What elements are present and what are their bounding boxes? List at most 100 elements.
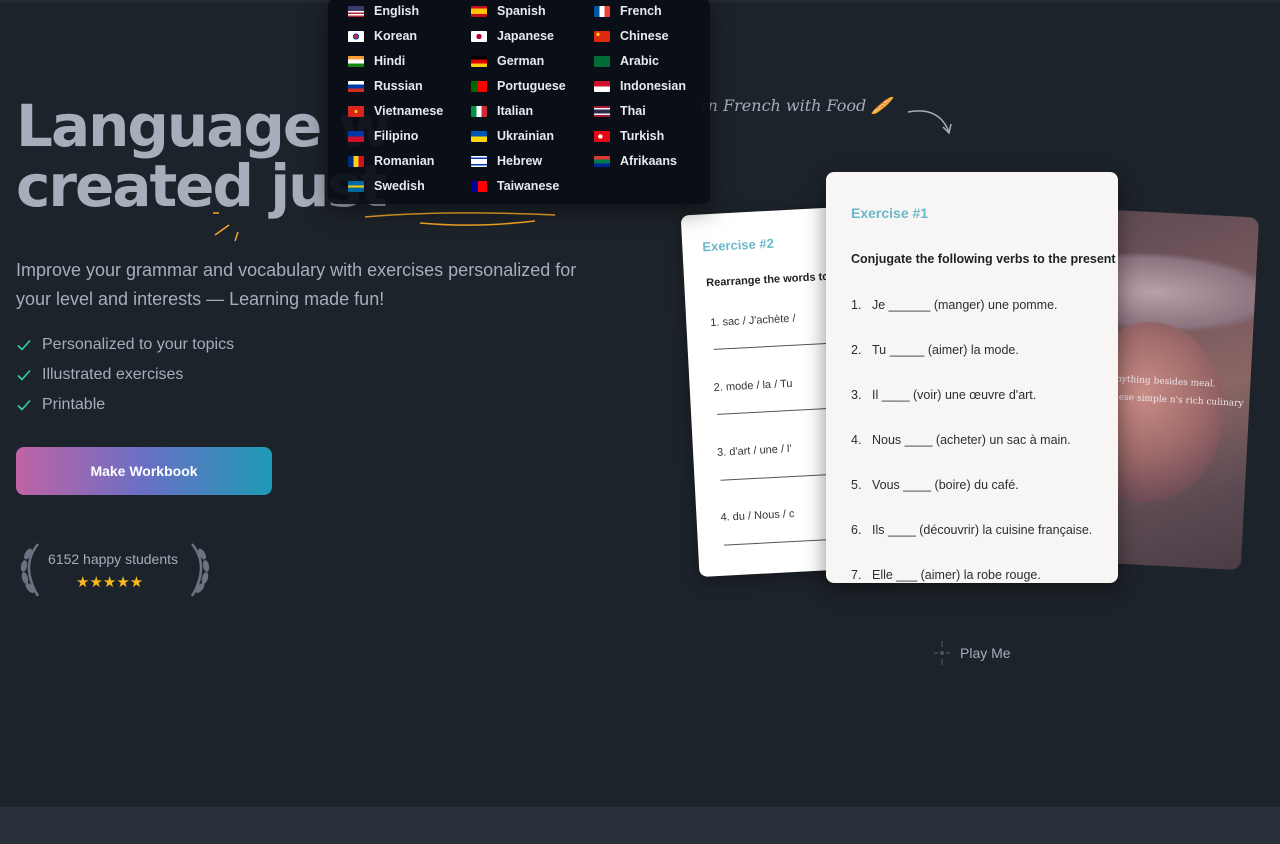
in-flag-icon: [348, 55, 364, 67]
ro-flag-icon: [348, 155, 364, 167]
laurel-right-icon: [190, 543, 210, 597]
exercise-question: 1. Je ______ (manger) une pomme.: [851, 298, 1058, 312]
language-option-swedish[interactable]: Swedish: [348, 175, 425, 197]
language-option-label: Korean: [374, 29, 418, 43]
exercise-2-row: 3. d'art / une / l': [716, 443, 792, 459]
language-option-label: Hindi: [374, 54, 406, 68]
language-option-english[interactable]: English: [348, 0, 419, 22]
th-flag-icon: [594, 105, 610, 117]
exercise-card-1: Exercise #1 Conjugate the following verb…: [826, 172, 1118, 583]
rating-stars-icon: ★★★★★: [76, 573, 144, 591]
language-dropdown: English Spanish French Korean Japanese Chines…: [328, 0, 710, 204]
language-option-spanish[interactable]: Spanish: [471, 0, 546, 22]
question-number: 1.: [851, 298, 862, 312]
language-option-label: French: [620, 4, 662, 18]
footer-band: [0, 807, 1280, 844]
question-number: 4.: [851, 433, 862, 447]
it-flag-icon: [471, 105, 487, 117]
za-flag-icon: [594, 155, 610, 167]
check-icon: [17, 369, 31, 381]
exercise-question: 5. Vous ____ (boire) du café.: [851, 478, 1019, 492]
jp-flag-icon: [471, 30, 487, 42]
question-text: Je ______ (manger) une pomme.: [872, 298, 1058, 312]
students-count: 6152 happy students: [48, 551, 178, 567]
check-icon: [17, 339, 31, 351]
tw-flag-icon: [471, 180, 487, 192]
language-option-label: Swedish: [374, 179, 425, 193]
feature-label: Illustrated exercises: [42, 366, 184, 383]
feature-label: Printable: [42, 396, 106, 413]
underline-scribble-icon: [213, 212, 556, 242]
language-option-chinese[interactable]: Chinese: [594, 25, 669, 47]
language-option-label: Turkish: [620, 129, 665, 143]
language-option-taiwanese[interactable]: Taiwanese: [471, 175, 559, 197]
sa-flag-icon: [594, 55, 610, 67]
vn-flag-icon: [348, 105, 364, 117]
question-text: Elle ___ (aimer) la robe rouge.: [872, 568, 1041, 582]
us-flag-icon: [348, 5, 364, 17]
de-flag-icon: [471, 55, 487, 67]
exercise-question: 3. Il ____ (voir) une œuvre d'art.: [851, 388, 1036, 402]
language-option-label: Vietnamese: [374, 104, 444, 118]
question-text: Nous ____ (acheter) un sac à main.: [872, 433, 1071, 447]
language-option-label: Romanian: [374, 154, 435, 168]
language-option-japanese[interactable]: Japanese: [471, 25, 554, 47]
exercise-2-instruction: Rearrange the words to: [705, 270, 830, 290]
language-option-indonesian[interactable]: Indonesian: [594, 75, 686, 97]
language-option-label: Thai: [620, 104, 646, 118]
language-option-label: Arabic: [620, 54, 659, 68]
cn-flag-icon: [594, 30, 610, 42]
play-me-label: Play Me: [960, 645, 1011, 661]
exercise-question: 6. Ils ____ (découvrir) la cuisine frança…: [851, 523, 1092, 537]
language-option-hebrew[interactable]: Hebrew: [471, 150, 542, 172]
make-workbook-button[interactable]: Make Workbook: [16, 447, 272, 495]
exercise-1-title: Exercise #1: [851, 205, 929, 221]
language-option-korean[interactable]: Korean: [348, 25, 417, 47]
language-option-french[interactable]: French: [594, 0, 662, 22]
exercise-2-row: 2. mode / la / Tu: [713, 377, 793, 394]
happy-students-badge: 6152 happy students ★★★★★: [16, 540, 216, 600]
se-flag-icon: [348, 180, 364, 192]
question-text: Ils ____ (découvrir) la cuisine français…: [872, 523, 1093, 537]
language-option-label: Spanish: [497, 4, 546, 18]
language-option-label: Taiwanese: [497, 179, 560, 193]
sparkle-icon: [934, 641, 950, 665]
language-option-german[interactable]: German: [471, 50, 544, 72]
language-option-label: English: [374, 4, 420, 18]
language-option-filipino[interactable]: Filipino: [348, 125, 418, 147]
language-option-label: German: [497, 54, 545, 68]
feature-list: Personalized to your topics Illustrated …: [16, 330, 234, 420]
language-option-label: Italian: [497, 104, 534, 118]
ua-flag-icon: [471, 130, 487, 142]
question-number: 6.: [851, 523, 862, 537]
language-option-romanian[interactable]: Romanian: [348, 150, 434, 172]
language-option-label: Russian: [374, 79, 423, 93]
language-option-turkish[interactable]: Turkish: [594, 125, 664, 147]
language-option-ukrainian[interactable]: Ukrainian: [471, 125, 554, 147]
exercise-1-instruction: Conjugate the following verbs to the pre…: [851, 252, 1116, 266]
feature-item: Personalized to your topics: [16, 330, 234, 360]
es-flag-icon: [471, 5, 487, 17]
question-number: 5.: [851, 478, 862, 492]
language-option-italian[interactable]: Italian: [471, 100, 533, 122]
language-option-afrikaans[interactable]: Afrikaans: [594, 150, 677, 172]
ru-flag-icon: [348, 80, 364, 92]
language-option-vietnamese[interactable]: Vietnamese: [348, 100, 443, 122]
pt-flag-icon: [471, 80, 487, 92]
il-flag-icon: [471, 155, 487, 167]
language-option-hindi[interactable]: Hindi: [348, 50, 405, 72]
language-option-label: Portuguese: [497, 79, 566, 93]
question-text: Il ____ (voir) une œuvre d'art.: [872, 388, 1037, 402]
feature-item: Illustrated exercises: [16, 360, 234, 390]
language-option-thai[interactable]: Thai: [594, 100, 646, 122]
curved-arrow-icon: [907, 110, 952, 135]
language-option-russian[interactable]: Russian: [348, 75, 423, 97]
id-flag-icon: [594, 80, 610, 92]
question-text: Vous ____ (boire) du café.: [872, 478, 1019, 492]
language-option-portuguese[interactable]: Portuguese: [471, 75, 566, 97]
question-number: 2.: [851, 343, 862, 357]
language-option-arabic[interactable]: Arabic: [594, 50, 659, 72]
exercise-2-row: 1. sac / J'achète /: [710, 312, 796, 330]
language-option-label: Indonesian: [620, 79, 686, 93]
play-me-button[interactable]: Play Me: [932, 638, 1011, 668]
